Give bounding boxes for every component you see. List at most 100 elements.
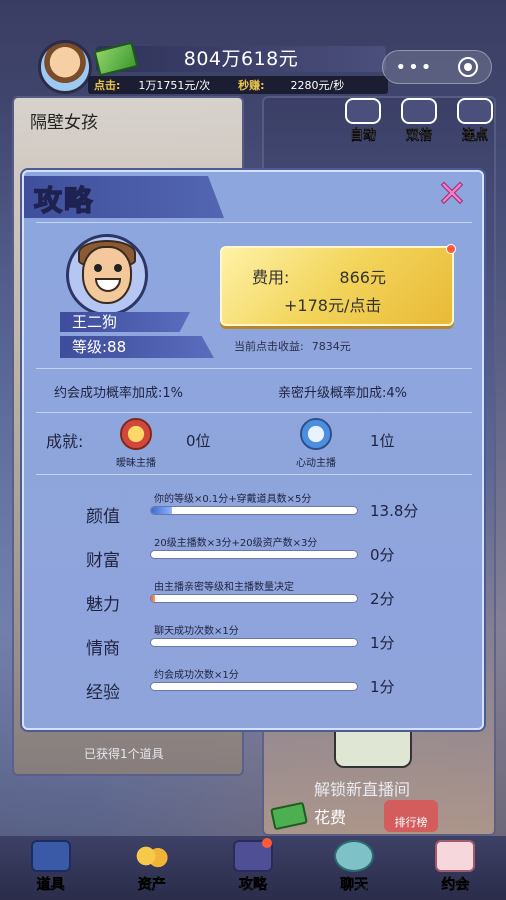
- toolbox-icon: [30, 840, 71, 872]
- gold-star-badge-icon: [120, 418, 152, 450]
- click-rate-value: 1万1751元/次: [138, 79, 211, 92]
- divider: [36, 368, 472, 369]
- second-rate-label: 秒赚:: [238, 79, 265, 92]
- nav-assets[interactable]: 资产: [107, 840, 197, 894]
- stat-charm: 魅力 由主播亲密等级和主播数量决定 2分: [24, 578, 486, 622]
- income-rate-bar: 点击: 1万1751元/次 秒赚: 2280元/秒: [88, 76, 388, 94]
- upgrade-cost-button[interactable]: 费用: 866元 +178元/点击: [220, 244, 456, 326]
- stat-progress-bar: [150, 550, 358, 559]
- stat-progress-bar: [150, 682, 358, 691]
- nav-label: 攻略: [238, 877, 268, 894]
- divider: [36, 474, 472, 475]
- cost-line: 费用: 866元: [252, 264, 386, 288]
- miniprogram-capsule: •••: [382, 50, 492, 84]
- auto-button[interactable]: 自动: [338, 98, 388, 143]
- stat-progress-fill: [151, 507, 172, 514]
- divider: [36, 222, 472, 223]
- stat-name: 经验: [86, 683, 120, 703]
- intimacy-upgrade-bonus: 亲密升级概率加成:4%: [278, 386, 408, 401]
- profile-avatar: [62, 234, 152, 316]
- nav-strategy[interactable]: 攻略: [208, 838, 298, 894]
- notification-dot: [261, 838, 272, 848]
- stat-name: 财富: [86, 551, 120, 571]
- spend-label: 花费: [270, 801, 347, 831]
- nav-date[interactable]: 约会: [410, 840, 500, 894]
- stat-progress-bar: [150, 506, 358, 515]
- stat-appearance: 颜值 你的等级×0.1分+穿戴道具数×5分 13.8分: [24, 490, 486, 534]
- double-icon: [401, 98, 437, 124]
- current-income-label: 当前点击收益:: [234, 340, 304, 353]
- cost-label: 费用:: [252, 268, 290, 287]
- stat-experience: 经验 约会成功次数×1分 1分: [24, 666, 486, 710]
- nav-label: 道具: [36, 877, 65, 894]
- unlock-live-room-text: 解锁新直播间: [314, 780, 411, 799]
- letter-icon: [435, 840, 476, 872]
- current-click-income: 当前点击收益: 7834元: [234, 338, 351, 354]
- stat-score: 2分: [370, 590, 395, 608]
- nav-chat[interactable]: 聊天: [309, 840, 399, 894]
- stat-score: 1分: [370, 634, 395, 652]
- heartbeat-host-label: 心动主播: [296, 458, 336, 469]
- stat-progress-bar: [150, 638, 358, 647]
- nav-label: 约会: [441, 877, 470, 894]
- stat-score: 1分: [370, 678, 395, 696]
- stat-eq: 情商 聊天成功次数×1分 1分: [24, 622, 486, 666]
- cost-gain: +178元/点击: [284, 296, 382, 315]
- nav-label: 聊天: [340, 877, 369, 894]
- stat-desc: 约会成功次数×1分: [154, 670, 239, 681]
- second-rate-value: 2280元/秒: [290, 79, 345, 92]
- ambiguous-host-label: 暧昧主播: [116, 458, 156, 469]
- stat-score: 0分: [370, 546, 395, 564]
- close-button[interactable]: ✕: [432, 176, 472, 213]
- stat-desc: 你的等级×0.1分+穿戴道具数×5分: [154, 494, 312, 505]
- stat-desc: 20级主播数×3分+20级资产数×3分: [154, 538, 318, 549]
- side-buttons: 自动 双倍 连点: [338, 98, 500, 143]
- double-button[interactable]: 双倍: [394, 98, 444, 143]
- notification-dot: [446, 244, 456, 254]
- blue-star-badge-icon: [300, 418, 332, 450]
- more-dots-icon[interactable]: •••: [396, 57, 434, 78]
- background-card-title: 隔壁女孩: [30, 113, 98, 133]
- strategy-modal: 攻略 ✕ 王二狗 等级:88 费用: 866元 +178元/点击 当前点击收益: 7…: [22, 170, 484, 730]
- multi-click-label: 连点: [461, 128, 488, 143]
- stat-name: 魅力: [86, 595, 120, 615]
- close-miniprogram-icon[interactable]: [458, 57, 479, 77]
- stat-progress-fill: [151, 595, 156, 602]
- auto-icon: [345, 98, 381, 124]
- modal-title: 攻略: [33, 183, 95, 218]
- date-success-bonus: 约会成功概率加成:1%: [54, 386, 184, 401]
- double-label: 双倍: [405, 128, 432, 143]
- nav-items[interactable]: 道具: [6, 840, 96, 894]
- background-item-obtained: 已获得1个道具: [84, 747, 164, 761]
- player-name: 王二狗: [60, 312, 190, 332]
- coins-icon: [131, 840, 172, 872]
- achievements-label: 成就:: [46, 432, 84, 451]
- stat-score: 13.8分: [370, 502, 419, 520]
- stat-desc: 由主播亲密等级和主播数量决定: [154, 582, 294, 593]
- player-avatar[interactable]: [38, 40, 92, 94]
- cost-amount: 866元: [339, 268, 386, 287]
- divider: [36, 412, 472, 413]
- stat-progress-bar: [150, 594, 358, 603]
- ambiguous-host-count: 0位: [186, 432, 211, 450]
- total-money: 804万618元: [96, 46, 386, 72]
- cash-icon: [270, 801, 308, 831]
- bottom-navigation: 道具 资产 攻略 聊天 约会: [0, 836, 506, 900]
- click-rate-label: 点击:: [94, 79, 121, 92]
- multi-click-button[interactable]: 连点: [450, 98, 500, 143]
- chat-icon: [334, 840, 375, 872]
- player-level: 等级:88: [60, 336, 214, 358]
- top-bar: 804万618元 点击: 1万1751元/次 秒赚: 2280元/秒 •••: [0, 36, 506, 98]
- current-income-value: 7834元: [311, 340, 351, 353]
- multi-click-icon: [457, 98, 493, 124]
- background-decoration: [334, 728, 412, 768]
- stat-name: 颜值: [86, 507, 120, 527]
- stat-name: 情商: [86, 639, 120, 659]
- leaderboard-button[interactable]: 排行榜: [384, 800, 438, 832]
- stat-desc: 聊天成功次数×1分: [154, 626, 239, 637]
- spend-text: 花费: [314, 808, 347, 827]
- stat-wealth: 财富 20级主播数×3分+20级资产数×3分 0分: [24, 534, 486, 578]
- auto-label: 自动: [349, 128, 376, 143]
- heartbeat-host-count: 1位: [370, 432, 395, 450]
- nav-label: 资产: [137, 877, 167, 894]
